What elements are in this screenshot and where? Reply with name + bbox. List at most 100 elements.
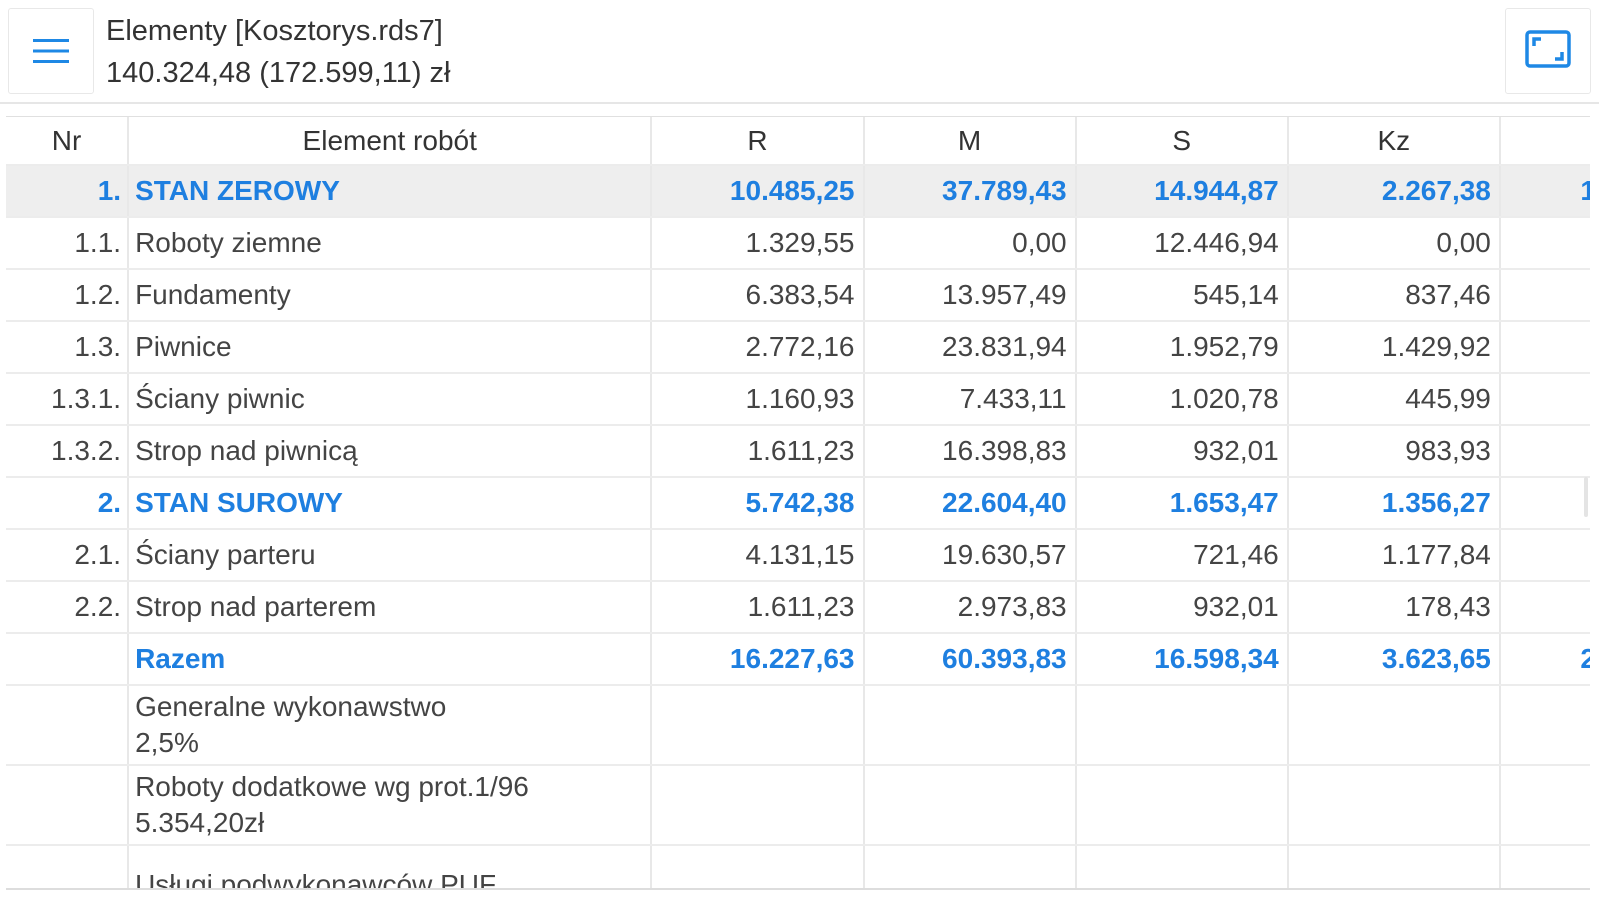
cell-m: 13.957,49 — [863, 269, 1077, 322]
cell-r: 16.227,63 — [651, 633, 865, 686]
cell-r: 1.611,23 — [651, 425, 865, 478]
cell-s — [1075, 765, 1289, 846]
table-row[interactable]: 1.1. Roboty ziemne 1.329,55 0,00 12.446,… — [6, 217, 1590, 270]
cell-nr: 2. — [6, 477, 130, 530]
table-row[interactable]: 2.1. Ściany parteru 4.131,15 19.630,57 7… — [6, 529, 1590, 582]
app-window: Elementy [Kosztorys.rds7] 140.324,48 (17… — [0, 0, 1599, 900]
column-header-nr[interactable]: Nr — [6, 117, 130, 166]
cell-element: Razem — [128, 633, 653, 686]
cell-r: 1.160,93 — [651, 373, 865, 426]
elements-table-container[interactable]: Nr Element robót R M S Kz 1. STAN ZEROWY… — [6, 116, 1590, 890]
cell-s: 932,01 — [1075, 425, 1289, 478]
total-amount: 140.324,48 (172.599,11) zł — [106, 57, 451, 89]
cell-kz: 1.356,27 — [1287, 477, 1501, 530]
cell-extra — [1499, 845, 1590, 888]
cell-kz: 3.623,65 — [1287, 633, 1501, 686]
cell-s: 12.446,94 — [1075, 217, 1289, 270]
column-header-m[interactable]: M — [863, 117, 1077, 166]
cell-element: Roboty dodatkowe wg prot.1/96 5.354,20zł — [128, 765, 653, 846]
table-row[interactable]: 1.3.1. Ściany piwnic 1.160,93 7.433,11 1… — [6, 373, 1590, 426]
cell-s: 16.598,34 — [1075, 633, 1289, 686]
cell-nr — [6, 685, 130, 766]
cell-extra — [1499, 685, 1590, 766]
cell-kz: 1.177,84 — [1287, 529, 1501, 582]
cell-kz — [1287, 845, 1501, 888]
cell-r: 6.383,54 — [651, 269, 865, 322]
cell-nr — [6, 633, 130, 686]
fullscreen-button[interactable] — [1505, 8, 1591, 94]
menu-button[interactable] — [8, 8, 94, 94]
cell-kz: 0,00 — [1287, 217, 1501, 270]
cell-nr: 1.2. — [6, 269, 130, 322]
cell-extra — [1499, 269, 1590, 322]
table-row-total[interactable]: Razem 16.227,63 60.393,83 16.598,34 3.62… — [6, 633, 1590, 686]
cell-m: 19.630,57 — [863, 529, 1077, 582]
column-header-s[interactable]: S — [1075, 117, 1289, 166]
cell-extra — [1499, 765, 1590, 846]
cell-extra — [1499, 321, 1590, 374]
cell-r: 5.742,38 — [651, 477, 865, 530]
table-row-note[interactable]: Generalne wykonawstwo 2,5% — [6, 685, 1590, 766]
header-bar: Elementy [Kosztorys.rds7] 140.324,48 (17… — [0, 0, 1599, 104]
cell-r — [651, 685, 865, 766]
vertical-scrollbar[interactable] — [1584, 477, 1588, 517]
cell-kz: 2.267,38 — [1287, 165, 1501, 218]
cell-element: Strop nad piwnicą — [128, 425, 653, 478]
table-row[interactable]: 1.3.2. Strop nad piwnicą 1.611,23 16.398… — [6, 425, 1590, 478]
cell-extra — [1499, 581, 1590, 634]
elements-table: Nr Element robót R M S Kz 1. STAN ZEROWY… — [6, 117, 1590, 888]
cell-s: 721,46 — [1075, 529, 1289, 582]
cell-s: 932,01 — [1075, 581, 1289, 634]
cell-m: 7.433,11 — [863, 373, 1077, 426]
cell-extra — [1499, 373, 1590, 426]
table-row[interactable]: 1. STAN ZEROWY 10.485,25 37.789,43 14.94… — [6, 165, 1590, 218]
note-value: 2,5% — [135, 727, 199, 758]
cell-r: 10.485,25 — [651, 165, 865, 218]
cell-nr: 2.1. — [6, 529, 130, 582]
cell-m — [863, 845, 1077, 888]
cell-r — [651, 765, 865, 846]
note-label: Generalne wykonawstwo — [135, 691, 447, 722]
table-row-note[interactable]: Roboty dodatkowe wg prot.1/96 5.354,20zł — [6, 765, 1590, 846]
table-row[interactable]: 2. STAN SUROWY 5.742,38 22.604,40 1.653,… — [6, 477, 1590, 530]
table-header-row: Nr Element robót R M S Kz — [6, 117, 1590, 166]
fullscreen-icon — [1525, 29, 1571, 73]
table-row[interactable]: 1.3. Piwnice 2.772,16 23.831,94 1.952,79… — [6, 321, 1590, 374]
cell-extra — [1499, 425, 1590, 478]
title-block: Elementy [Kosztorys.rds7] 140.324,48 (17… — [106, 10, 451, 94]
cell-s: 1.653,47 — [1075, 477, 1289, 530]
cell-element: STAN SUROWY — [128, 477, 653, 530]
cell-m: 0,00 — [863, 217, 1077, 270]
column-header-element[interactable]: Element robót — [128, 117, 653, 166]
column-header-kz[interactable]: Kz — [1287, 117, 1501, 166]
cell-s: 14.944,87 — [1075, 165, 1289, 218]
table-row-note[interactable]: Usługi podwykonawców PUF — [6, 845, 1590, 888]
cell-element: Ściany piwnic — [128, 373, 653, 426]
column-header-r[interactable]: R — [651, 117, 865, 166]
cell-element: Fundamenty — [128, 269, 653, 322]
column-header-extra[interactable] — [1499, 117, 1590, 166]
cell-r: 2.772,16 — [651, 321, 865, 374]
cell-element: Roboty ziemne — [128, 217, 653, 270]
hamburger-menu-icon — [33, 38, 69, 64]
cell-s: 545,14 — [1075, 269, 1289, 322]
cell-kz: 1.429,92 — [1287, 321, 1501, 374]
cell-element: Generalne wykonawstwo 2,5% — [128, 685, 653, 766]
cell-m: 2.973,83 — [863, 581, 1077, 634]
cell-nr — [6, 845, 130, 888]
cell-m — [863, 685, 1077, 766]
cell-s: 1.020,78 — [1075, 373, 1289, 426]
cell-s: 1.952,79 — [1075, 321, 1289, 374]
cell-nr: 1. — [6, 165, 130, 218]
note-value: 5.354,20zł — [135, 807, 265, 838]
cell-kz: 983,93 — [1287, 425, 1501, 478]
table-row[interactable]: 1.2. Fundamenty 6.383,54 13.957,49 545,1… — [6, 269, 1590, 322]
cell-nr: 1.3.1. — [6, 373, 130, 426]
cell-extra — [1499, 477, 1590, 530]
cell-kz — [1287, 685, 1501, 766]
cell-element: Piwnice — [128, 321, 653, 374]
cell-nr: 2.2. — [6, 581, 130, 634]
cell-nr: 1.3.2. — [6, 425, 130, 478]
table-row[interactable]: 2.2. Strop nad parterem 1.611,23 2.973,8… — [6, 581, 1590, 634]
cell-m: 37.789,43 — [863, 165, 1077, 218]
